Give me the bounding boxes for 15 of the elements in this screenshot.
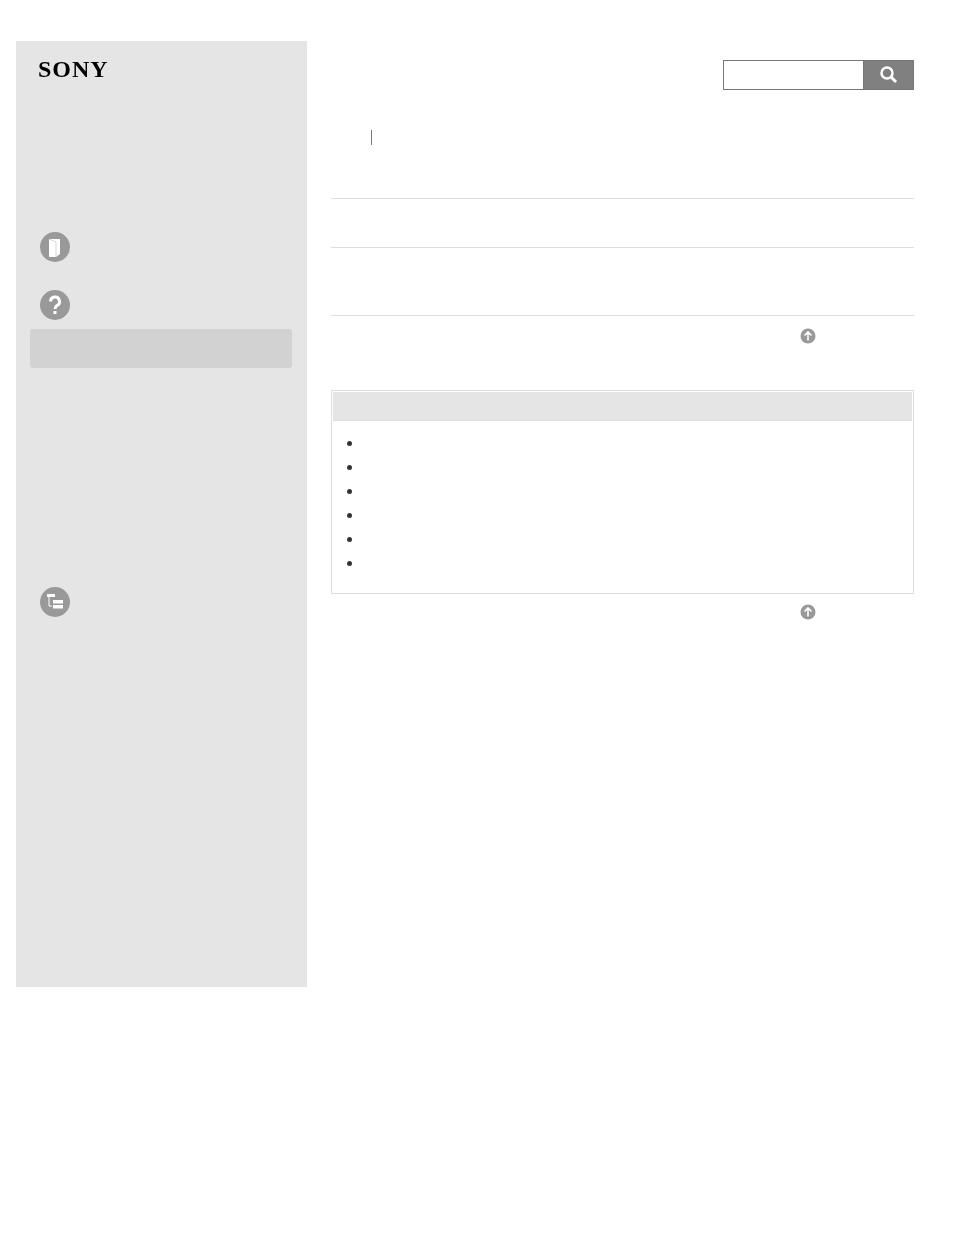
bullet-icon	[347, 489, 352, 494]
bullet-icon	[347, 513, 352, 518]
search-field[interactable]	[723, 60, 863, 90]
back-to-top-icon[interactable]	[800, 604, 816, 620]
bullet-icon	[347, 561, 352, 566]
search-icon	[878, 65, 899, 85]
bullet-icon	[347, 441, 352, 446]
brand-logo[interactable]: SONY	[38, 55, 109, 83]
search-button[interactable]	[863, 60, 914, 90]
back-to-top-icon[interactable]	[800, 328, 816, 344]
help-icon[interactable]	[39, 289, 71, 321]
tree-icon[interactable]	[39, 586, 71, 618]
bullet-icon	[347, 537, 352, 542]
bullet-icon	[347, 465, 352, 470]
book-icon[interactable]	[39, 231, 71, 263]
